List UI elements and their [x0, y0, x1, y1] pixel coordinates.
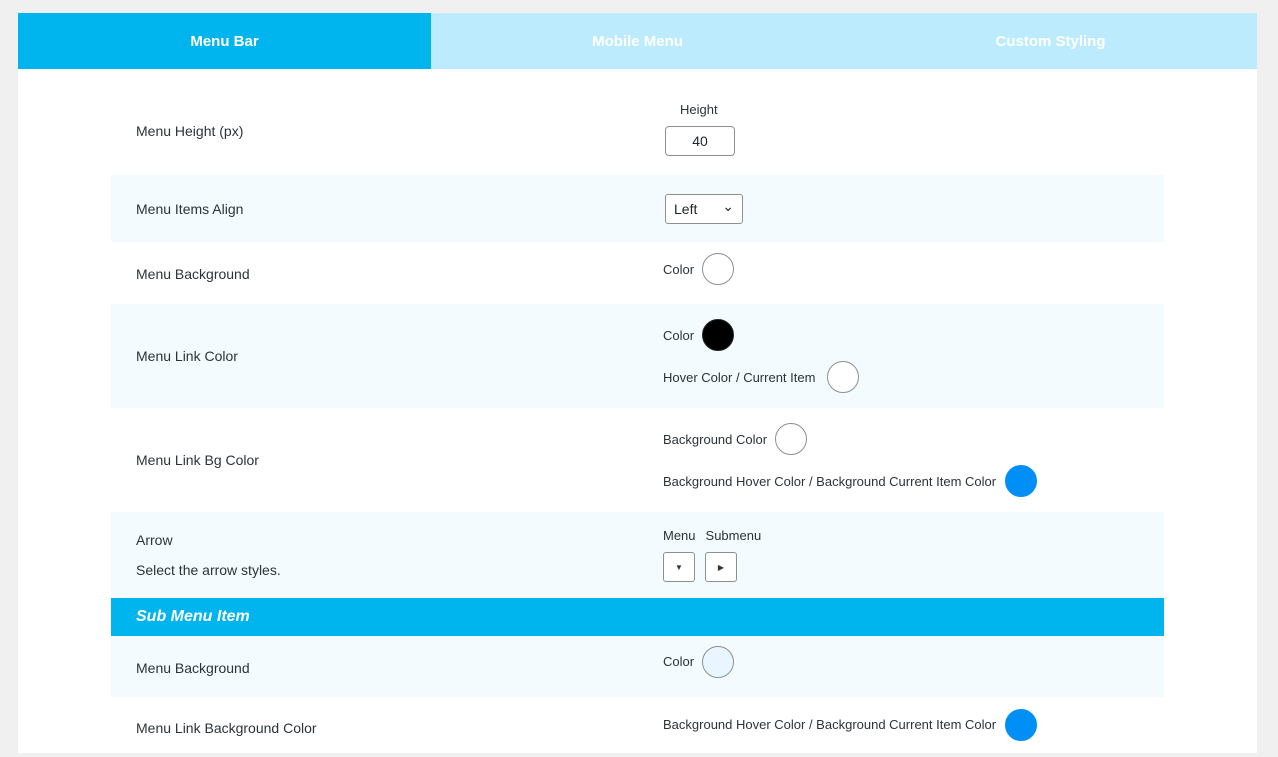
- link-bg-hover-color-label: Background Hover Color / Background Curr…: [663, 473, 997, 489]
- row-menu-height: Menu Height (px) Height: [111, 69, 1164, 175]
- arrow-submenu-label: Submenu: [705, 528, 762, 543]
- link-bg-color-swatch[interactable]: [775, 423, 808, 455]
- row-arrow: Arrow Select the arrow styles. Menu Subm…: [111, 512, 1164, 598]
- submenu-arrow-button[interactable]: ▶: [705, 552, 737, 582]
- menu-background-color-label: Color: [663, 261, 695, 277]
- submenu-background-color-swatch[interactable]: [702, 645, 735, 678]
- row-menu-background: Menu Background Color: [111, 242, 1164, 304]
- tab-bar: Menu Bar Mobile Menu Custom Styling: [18, 13, 1257, 69]
- menu-link-bg-color-label: Menu Link Bg Color: [136, 452, 259, 468]
- arrow-description: Select the arrow styles.: [136, 562, 281, 578]
- menu-link-color-label: Menu Link Color: [136, 348, 238, 364]
- submenu-link-bg-color-label: Menu Link Background Color: [136, 720, 317, 736]
- submenu-background-color-label: Color: [663, 654, 695, 669]
- row-menu-link-bg-color: Menu Link Bg Color Background Color Back…: [111, 408, 1164, 512]
- settings-rows: Menu Height (px) Height Menu Items Align…: [111, 69, 1164, 757]
- submenu-background-label: Menu Background: [136, 659, 250, 676]
- menu-arrow-button[interactable]: ▼: [663, 552, 695, 582]
- link-color-swatch[interactable]: [702, 319, 735, 351]
- submenu-link-bg-hover-color-label: Background Hover Color / Background Curr…: [663, 717, 997, 732]
- link-hover-color-swatch[interactable]: [827, 361, 860, 393]
- caret-down-icon: ▼: [675, 562, 683, 572]
- settings-panel: Menu Bar Mobile Menu Custom Styling Menu…: [18, 13, 1257, 753]
- tab-menu-bar[interactable]: Menu Bar: [18, 13, 431, 69]
- menu-background-label: Menu Background: [136, 266, 250, 282]
- tab-mobile-menu[interactable]: Mobile Menu: [431, 13, 844, 69]
- tab-custom-styling[interactable]: Custom Styling: [844, 13, 1257, 69]
- menu-background-color-swatch[interactable]: [702, 253, 735, 285]
- arrow-menu-label: Menu: [663, 528, 696, 543]
- link-bg-hover-color-swatch[interactable]: [1005, 465, 1038, 497]
- row-menu-items-align: Menu Items Align Left ⌄: [111, 175, 1164, 242]
- link-hover-color-label: Hover Color / Current Item: [663, 369, 816, 385]
- menu-items-align-label: Menu Items Align: [136, 200, 244, 217]
- menu-height-input[interactable]: [665, 126, 735, 156]
- link-color-label: Color: [663, 327, 695, 343]
- caret-right-icon: ▶: [717, 562, 725, 572]
- align-selected-value: Left: [674, 200, 698, 217]
- arrow-label: Arrow: [136, 532, 173, 548]
- row-submenu-link-bg-color: Menu Link Background Color Background Ho…: [111, 697, 1164, 757]
- submenu-link-bg-hover-color-swatch[interactable]: [1005, 708, 1038, 741]
- chevron-down-icon: ⌄: [722, 197, 734, 214]
- row-submenu-background: Menu Background Color: [111, 636, 1164, 697]
- menu-height-label: Menu Height (px): [136, 123, 244, 139]
- sub-menu-section-header: Sub Menu Item: [111, 598, 1164, 636]
- menu-items-align-select[interactable]: Left ⌄: [665, 193, 743, 224]
- row-menu-link-color: Menu Link Color Color Hover Color / Curr…: [111, 304, 1164, 408]
- link-bg-color-label: Background Color: [663, 431, 768, 447]
- height-field-label: Height: [680, 102, 718, 117]
